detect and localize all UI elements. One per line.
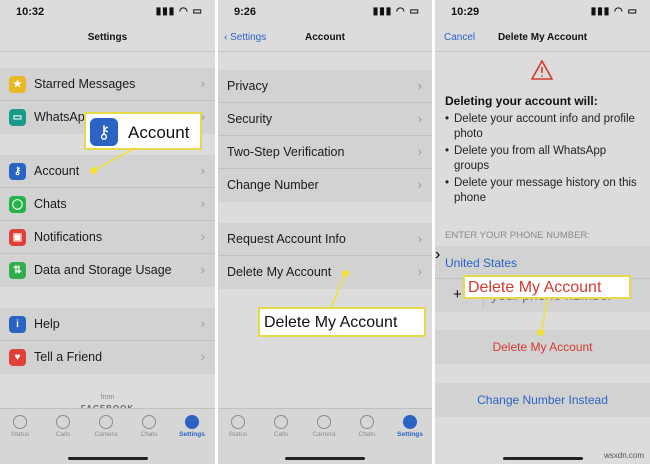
watermark: wsxdn.com [603, 451, 644, 460]
highlight-dot [342, 270, 349, 277]
tab-label: Chats [140, 431, 158, 438]
tab-label: Settings [397, 431, 423, 438]
tab-calls[interactable]: Calls [43, 415, 83, 438]
camera-icon [317, 415, 331, 429]
tab-label: Settings [179, 431, 205, 438]
tab-bar: Status Calls Camera Chats Settings [218, 408, 432, 464]
account-screen: 9:26 ▮▮▮ ◠ ▭ ‹ Settings Account Privacy … [218, 0, 432, 464]
tab-label: Status [228, 431, 248, 438]
callout-pointer-line [93, 147, 136, 171]
camera-icon [99, 415, 113, 429]
tab-label: Chats [358, 431, 376, 438]
tab-label: Calls [55, 431, 71, 438]
phone-icon [56, 415, 70, 429]
tab-bar: Status Calls Camera Chats Settings [0, 408, 215, 464]
phone-icon [274, 415, 288, 429]
home-indicator [285, 457, 365, 460]
tab-status[interactable]: Status [218, 415, 258, 438]
gear-icon [185, 415, 199, 429]
tab-settings[interactable]: Settings [172, 415, 212, 438]
highlight-dot [537, 329, 544, 336]
status-icon [13, 415, 27, 429]
tab-chats[interactable]: Chats [129, 415, 169, 438]
callout-pointer-line [540, 297, 549, 333]
home-indicator [502, 457, 583, 460]
delete-account-callout: Delete My Account [258, 307, 426, 337]
chat-bubble-icon [142, 415, 156, 429]
status-icon [231, 415, 245, 429]
callout-label: Delete My Account [264, 314, 398, 331]
delete-account-screen: 10:29 ▮▮▮ ◠ ▭ Cancel Delete My Account D… [435, 0, 650, 464]
tab-chats[interactable]: Chats [347, 415, 387, 438]
home-indicator [67, 457, 148, 460]
tab-calls[interactable]: Calls [261, 415, 301, 438]
highlight-dot [90, 167, 97, 174]
tab-label: Camera [312, 431, 336, 438]
delete-account-callout: Delete My Account [463, 275, 631, 299]
tab-camera[interactable]: Camera [86, 415, 126, 438]
tab-settings[interactable]: Settings [390, 415, 430, 438]
tab-label: Camera [94, 431, 118, 438]
callout-pointer-line [329, 273, 346, 311]
tab-label: Calls [273, 431, 289, 438]
gear-icon [403, 415, 417, 429]
tab-label: Status [10, 431, 30, 438]
tab-camera[interactable]: Camera [304, 415, 344, 438]
settings-screen: 10:32 ▮▮▮ ◠ ▭ Settings ★ Starred Message… [0, 0, 215, 464]
callout-label: Delete My Account [468, 279, 602, 296]
chat-bubble-icon [360, 415, 374, 429]
tab-status[interactable]: Status [0, 415, 40, 438]
